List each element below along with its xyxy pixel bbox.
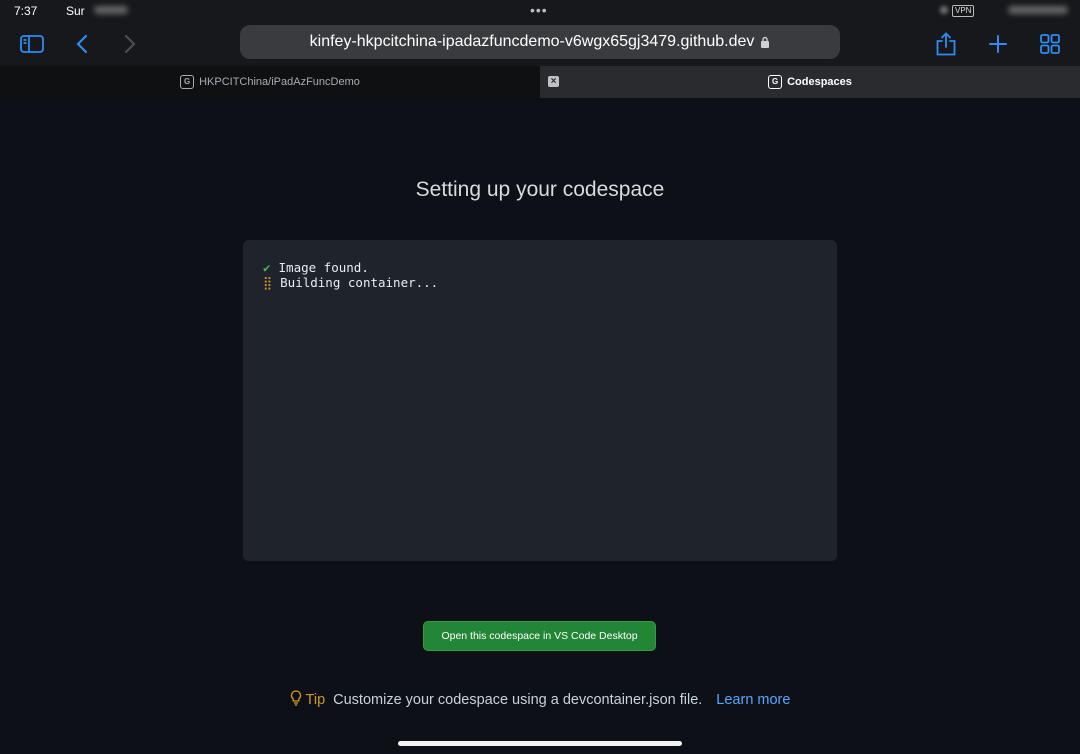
blurred-carrier bbox=[94, 6, 128, 14]
share-icon[interactable] bbox=[932, 30, 960, 58]
github-favicon-icon: G bbox=[180, 75, 195, 89]
vpn-badge: VPN bbox=[952, 5, 975, 17]
status-bar: 7:37 Sur ••• VPN bbox=[0, 0, 1080, 22]
github-favicon-icon: G bbox=[768, 75, 783, 89]
browser-toolbar: kinfey-hkpcitchina-ipadazfuncdemo-v6wgx6… bbox=[0, 22, 1080, 66]
tab-codespaces[interactable]: G Codespaces bbox=[540, 66, 1080, 98]
lightbulb-icon bbox=[290, 690, 301, 706]
log-line: ⣿ Building container... bbox=[263, 275, 438, 290]
status-carrier: Sur bbox=[66, 4, 85, 18]
spinner-icon: ⣿ bbox=[263, 275, 273, 290]
lock-icon bbox=[761, 36, 770, 48]
tip-label: Tip bbox=[305, 692, 326, 708]
url-text: kinfey-hkpcitchina-ipadazfuncdemo-v6wgx6… bbox=[309, 33, 755, 50]
tip-text: Customize your codespace using a devcont… bbox=[333, 692, 703, 708]
blurred-status-icon bbox=[940, 6, 948, 14]
learn-more-link[interactable]: Learn more bbox=[716, 692, 790, 708]
sidebar-icon[interactable] bbox=[18, 30, 46, 58]
log-text: Image found. bbox=[278, 260, 369, 275]
new-tab-plus-icon[interactable] bbox=[984, 30, 1012, 58]
open-in-vscode-desktop-button[interactable]: Open this codespace in VS Code Desktop bbox=[423, 621, 656, 651]
tab-label: HKPCITChina/iPadAzFuncDemo bbox=[199, 76, 360, 88]
tab-overview-grid-icon[interactable] bbox=[1036, 30, 1064, 58]
check-icon: ✔ bbox=[263, 260, 271, 275]
tip-bar: Tip Customize your codespace using a devc… bbox=[0, 690, 1080, 708]
blurred-battery-indicator bbox=[1008, 6, 1068, 14]
tab-label: Codespaces bbox=[787, 76, 852, 88]
home-indicator[interactable] bbox=[398, 741, 682, 746]
log-line: ✔ Image found. bbox=[263, 260, 369, 275]
tab-bar: G HKPCITChina/iPadAzFuncDemo G Codespace… bbox=[0, 66, 1080, 98]
status-time: 7:37 bbox=[14, 4, 38, 18]
setup-log-panel: ✔ Image found. ⣿ Building container... bbox=[243, 240, 837, 561]
address-bar[interactable]: kinfey-hkpcitchina-ipadazfuncdemo-v6wgx6… bbox=[240, 25, 840, 59]
back-chevron-icon[interactable] bbox=[68, 30, 96, 58]
multitasking-dots-icon[interactable]: ••• bbox=[530, 2, 548, 18]
log-text: Building container... bbox=[280, 275, 439, 290]
page-title: Setting up your codespace bbox=[415, 178, 665, 201]
tab-hkpcitchina-repo[interactable]: G HKPCITChina/iPadAzFuncDemo bbox=[0, 66, 540, 98]
close-tab-icon[interactable]: × bbox=[548, 76, 559, 87]
forward-chevron-icon[interactable] bbox=[116, 30, 144, 58]
